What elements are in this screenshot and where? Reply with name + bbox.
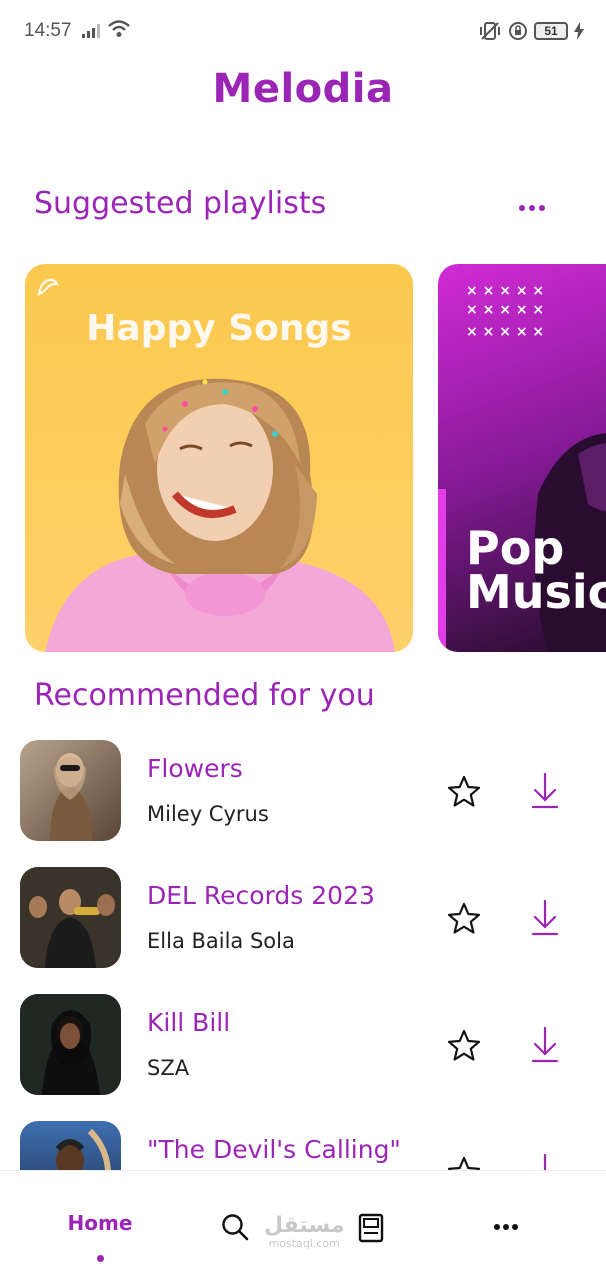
song-list: Flowers Miley Cyrus DEL Records 2023 Ell… [0, 738, 606, 1170]
download-icon[interactable] [530, 899, 560, 937]
charging-icon [574, 22, 584, 40]
more-options-icon[interactable] [514, 198, 550, 218]
rotation-lock-icon [509, 22, 527, 40]
song-artist: SZA [147, 1056, 190, 1080]
watermark-subtext: mostaql.com [268, 1237, 340, 1250]
song-thumbnail [20, 994, 121, 1095]
svg-text:× × × × ×: × × × × × [466, 324, 544, 340]
download-icon[interactable] [530, 1026, 560, 1064]
playlist-card-happy-songs[interactable]: Happy Songs [25, 264, 413, 652]
star-icon[interactable] [446, 1155, 482, 1170]
wifi-icon [108, 20, 130, 37]
song-row[interactable]: Kill Bill SZA [0, 992, 606, 1096]
playlist-card-pop-music[interactable]: × × × × × × × × × × × × × × × Pop Music [438, 264, 606, 652]
suggested-playlists-heading: Suggested playlists [34, 186, 327, 221]
watermark-logo: مستقل mostaql.com [264, 1215, 344, 1253]
download-icon[interactable] [530, 1153, 560, 1170]
more-icon[interactable] [492, 1221, 520, 1233]
song-row[interactable]: Flowers Miley Cyrus [0, 738, 606, 842]
status-bar: 14:57 51 [0, 0, 606, 62]
song-thumbnail [20, 867, 121, 968]
vibrate-icon [480, 22, 500, 40]
recommended-heading: Recommended for you [34, 678, 375, 713]
star-icon[interactable] [446, 774, 482, 810]
song-thumbnail [20, 1121, 121, 1170]
library-book-icon[interactable] [358, 1213, 384, 1243]
download-icon[interactable] [530, 772, 560, 810]
song-artist: Ella Baila Sola [147, 929, 295, 953]
svg-text:× × × × ×: × × × × × [466, 302, 544, 318]
song-title: DEL Records 2023 [147, 881, 375, 910]
star-icon[interactable] [446, 901, 482, 937]
active-tab-indicator [97, 1255, 104, 1262]
nav-home-tab[interactable]: Home [60, 1211, 140, 1235]
svg-text:× × × × ×: × × × × × [466, 283, 544, 299]
star-icon[interactable] [446, 1028, 482, 1064]
song-row[interactable]: "The Devil's Calling" [0, 1119, 606, 1170]
app-title: Melodia [212, 66, 394, 112]
playlist-cover-image [45, 378, 395, 652]
song-title: Kill Bill [147, 1008, 231, 1037]
bottom-navigation: Home مستقل mostaql.com [0, 1170, 606, 1280]
search-icon[interactable] [221, 1213, 249, 1241]
cell-signal-icon [82, 24, 100, 38]
battery-indicator: 51 [534, 22, 568, 40]
song-row[interactable]: DEL Records 2023 Ella Baila Sola [0, 865, 606, 969]
song-title: Flowers [147, 754, 243, 783]
song-thumbnail [20, 740, 121, 841]
playlist-title: Pop Music [466, 521, 606, 619]
song-title: "The Devil's Calling" [147, 1135, 401, 1164]
song-artist: Miley Cyrus [147, 802, 269, 826]
status-time: 14:57 [24, 20, 72, 41]
playlist-carousel[interactable]: Happy Songs × × × × × × × × × × × × × × … [25, 264, 606, 652]
